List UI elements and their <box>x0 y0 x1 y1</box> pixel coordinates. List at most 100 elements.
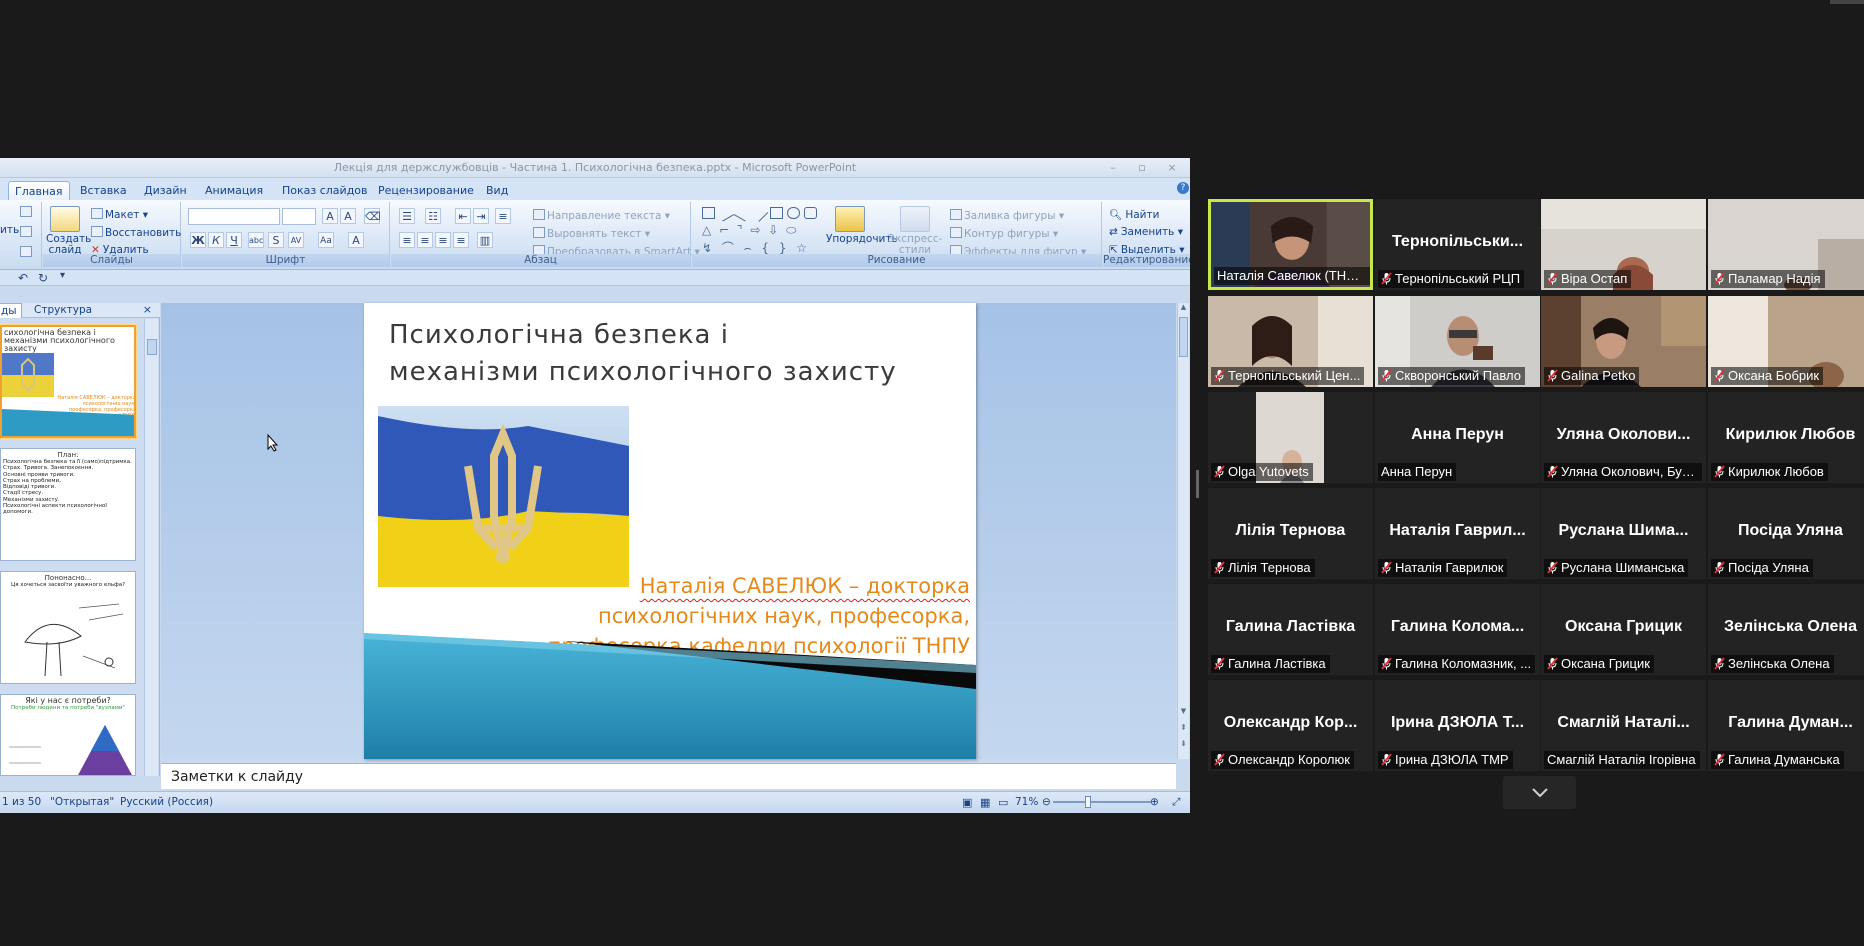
copy-icon[interactable] <box>20 226 34 239</box>
slide-area-scrollbar[interactable]: ▲ ▼ ⇞ ⇟ <box>1177 303 1189 759</box>
bullets-button[interactable]: ☰ <box>399 208 415 224</box>
close-button[interactable]: × <box>1163 160 1181 175</box>
minimize-button[interactable]: – <box>1104 160 1122 175</box>
slides-panel-scrollbar[interactable] <box>144 319 158 776</box>
customize-qat-icon[interactable]: ▾ <box>60 270 65 281</box>
oval-shape-icon[interactable] <box>787 207 800 219</box>
participant-tile-ternopil-rtsp[interactable]: Тернопільськи... Тернопільський РЦП <box>1375 199 1540 290</box>
rounded-rect-shape-icon[interactable] <box>804 207 817 219</box>
tab-animation[interactable]: Анимация <box>199 181 269 200</box>
change-case-button[interactable]: Aa <box>318 232 334 248</box>
clear-format-button[interactable]: ⌫ <box>364 208 381 224</box>
help-icon[interactable]: ? <box>1177 182 1189 194</box>
line-spacing-button[interactable]: ≡ <box>495 208 511 224</box>
rectangle-shape-icon[interactable] <box>770 207 783 219</box>
language[interactable]: Русский (Россия) <box>120 796 213 808</box>
panel-close-icon[interactable]: × <box>143 303 152 316</box>
maximize-button[interactable]: ▫ <box>1133 160 1151 175</box>
format-painter-icon[interactable] <box>20 246 34 259</box>
tab-slideshow[interactable]: Показ слайдов <box>276 181 374 200</box>
paste-fragment[interactable]: ить <box>0 224 19 236</box>
participant-tile-galina-petko[interactable]: Galina Petko <box>1541 296 1706 387</box>
font-color-button[interactable]: A <box>348 232 364 248</box>
slideshow-view-icon[interactable]: ▭ <box>998 796 1008 809</box>
tab-design[interactable]: Дизайн <box>138 181 193 200</box>
shape-outline-button[interactable]: Контур фигуры ▾ <box>950 227 1058 240</box>
numbering-button[interactable]: ☷ <box>425 208 441 224</box>
tab-outline[interactable]: Структура <box>30 303 96 318</box>
slide-thumbnail-1[interactable]: сихологічна безпека і механізми психолог… <box>0 325 136 438</box>
participant-tile-havryliuk[interactable]: Наталія Гаврил... Наталія Гаврилюк <box>1375 488 1540 579</box>
participant-tile-zelinska[interactable]: Зелінська Олена Зелінська Олена <box>1708 584 1864 675</box>
slide-flag-trident-image[interactable] <box>378 406 629 587</box>
participant-tile-olga[interactable]: Olga Yutovets <box>1208 392 1373 483</box>
participant-tile-koroliuk[interactable]: Олександр Кор... Олександр Королюк <box>1208 680 1373 771</box>
columns-button[interactable]: ▥ <box>477 232 493 248</box>
diag-arrow-shape-icon[interactable] <box>750 204 769 222</box>
text-direction-button[interactable]: Направление текста ▾ <box>533 209 670 222</box>
zoom-out-icon[interactable]: ⊖ <box>1042 796 1051 808</box>
participant-tile-bobryk[interactable]: Оксана Бобрик <box>1708 296 1864 387</box>
layout-button[interactable]: Макет ▾ <box>91 208 148 221</box>
undo-icon[interactable]: ↶ <box>18 271 28 285</box>
participant-tile-palamar[interactable]: Паламар Надія <box>1708 199 1864 290</box>
shrink-font-button[interactable]: A <box>340 208 356 224</box>
participant-tile-ternova[interactable]: Лілія Тернова Лілія Тернова <box>1208 488 1373 579</box>
arrange-button[interactable]: Упорядочить <box>826 206 898 245</box>
participant-tile-hrytsyk[interactable]: Оксана Грицик Оксана Грицик <box>1541 584 1706 675</box>
reset-button[interactable]: Восстановить <box>91 226 181 239</box>
tab-slides[interactable]: ды <box>0 303 22 318</box>
slide-area-scroll-thumb[interactable] <box>1179 317 1188 357</box>
shape-fill-button[interactable]: Заливка фигуры ▾ <box>950 209 1064 222</box>
next-slide-icon[interactable]: ⇟ <box>1178 739 1189 751</box>
participant-tile-skovronskyi[interactable]: Скворонський Павло <box>1375 296 1540 387</box>
zoom-slider[interactable] <box>1053 801 1151 803</box>
slide-thumbnail-2[interactable]: План: Психологічна безпека та її (само)п… <box>0 448 136 561</box>
participant-tile-dziula[interactable]: Ірина ДЗЮЛА Т... Ірина ДЗЮЛА ТМР <box>1375 680 1540 771</box>
zoom-slider-knob[interactable] <box>1085 796 1091 808</box>
participant-tile-kolomaznyk[interactable]: Галина Колома... Галина Коломазник, ... <box>1375 584 1540 675</box>
underline-button[interactable]: Ч <box>226 232 242 248</box>
fit-to-window-icon[interactable]: ⤢ <box>1172 796 1180 809</box>
replace-button[interactable]: ⇄ Заменить ▾ <box>1109 226 1183 238</box>
participant-tile-lastivka[interactable]: Галина Ластівка Галина Ластівка <box>1208 584 1373 675</box>
bold-button[interactable]: Ж <box>190 232 206 248</box>
align-text-button[interactable]: Выровнять текст ▾ <box>533 227 650 240</box>
increase-indent-button[interactable]: ⇥ <box>473 208 489 224</box>
participant-tile-nataliia[interactable]: Наталія Савелюк (ТНПУ) <box>1208 199 1373 290</box>
participant-tile-shymanska[interactable]: Руслана Шима... Руслана Шиманська <box>1541 488 1706 579</box>
slide-thumbnail-3[interactable]: Пононасно... Ця хочеться засвоїти уважно… <box>0 571 136 684</box>
new-slide-button[interactable]: Создать слайд <box>46 206 91 256</box>
slides-panel-scroll-thumb[interactable] <box>147 339 157 355</box>
shadow-button[interactable]: S <box>268 232 284 248</box>
participant-tile-vira[interactable]: Віра Остап <box>1541 199 1706 290</box>
cut-icon[interactable] <box>20 206 34 219</box>
participant-tile-dumanska[interactable]: Галина Думан... Галина Думанська <box>1708 680 1864 771</box>
participant-tile-kyryliuk[interactable]: Кирилюк Любов Кирилюк Любов <box>1708 392 1864 483</box>
current-slide[interactable]: Психологічна безпека і механізми психоло… <box>364 303 976 759</box>
line-shape-icon[interactable] <box>716 204 735 222</box>
participant-tile-ternopil-center[interactable]: Тернопільський Цен... <box>1208 296 1373 387</box>
participant-tile-perun[interactable]: Анна Перун Анна Перун <box>1375 392 1540 483</box>
tab-review[interactable]: Рецензирование <box>372 181 480 200</box>
notes-pane[interactable]: Заметки к слайду <box>161 763 1176 789</box>
font-name-combo[interactable] <box>188 208 280 225</box>
shapes-row-2[interactable]: △ ⌐ ⌝ ⇨ ⇩ ⬭ <box>702 223 798 238</box>
quick-styles-button[interactable]: Экспресс-стили <box>882 206 948 256</box>
tab-home[interactable]: Главная <box>8 181 70 200</box>
zoom-in-icon[interactable]: ⊕ <box>1150 796 1159 808</box>
tab-view[interactable]: Вид <box>480 181 514 200</box>
gallery-next-page-button[interactable] <box>1503 776 1576 809</box>
grow-font-button[interactable]: A <box>322 208 338 224</box>
participant-tile-okolovych[interactable]: Уляна Околови... Уляна Околович, Буч... <box>1541 392 1706 483</box>
align-center-button[interactable]: ≡ <box>417 232 433 248</box>
textbox-shape-icon[interactable] <box>702 207 715 219</box>
align-right-button[interactable]: ≡ <box>435 232 451 248</box>
redo-icon[interactable]: ↻ <box>38 271 48 285</box>
participant-tile-posida[interactable]: Посіда Уляна Посіда Уляна <box>1708 488 1864 579</box>
scroll-down-icon[interactable]: ▼ <box>1178 707 1189 717</box>
shapes-gallery[interactable]: △ ⌐ ⌝ ⇨ ⇩ ⬭ ↯ ⌒ ⌢ { } ☆ <box>702 204 817 255</box>
strikethrough-button[interactable]: abc <box>248 232 264 248</box>
italic-button[interactable]: К <box>208 232 224 248</box>
tab-insert[interactable]: Вставка <box>74 181 133 200</box>
